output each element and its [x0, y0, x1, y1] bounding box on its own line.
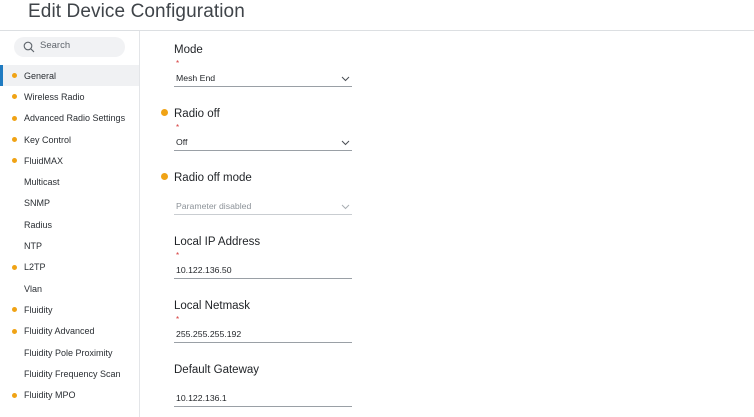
sidebar-item-label: NTP — [24, 241, 42, 252]
radio-off-mode-field: Radio off mode Parameter disabled — [174, 172, 352, 215]
modified-indicator — [12, 137, 17, 143]
sidebar-item-fluidity-frequency-scan[interactable]: Fluidity Frequency Scan — [0, 363, 139, 384]
sidebar-item-label: Fluidity Frequency Scan — [24, 368, 121, 379]
sidebar-item-vlan[interactable]: Vlan — [0, 278, 139, 299]
page-title: Edit Device Configuration — [28, 1, 245, 22]
sidebar-item-label: Radius — [24, 219, 53, 230]
default-gateway-value: 10.122.136.1 — [176, 393, 227, 403]
local-netmask-field: Local Netmask * 255.255.255.192 — [174, 300, 352, 343]
search-icon — [23, 41, 35, 53]
local-netmask-value: 255.255.255.192 — [176, 329, 242, 339]
radio-off-field: Radio off * Off — [174, 108, 352, 151]
chevron-down-icon — [341, 140, 350, 146]
modified-indicator — [12, 307, 17, 313]
local-netmask-underline — [174, 342, 352, 343]
mode-underline — [174, 86, 352, 87]
sidebar-item-fluidity[interactable]: Fluidity — [0, 299, 139, 320]
sidebar-item-label: Wireless Radio — [24, 91, 85, 102]
sidebar-item-label: Vlan — [24, 283, 43, 294]
required-mark: * — [176, 251, 180, 260]
sidebar-item-label: SNMP — [24, 198, 51, 209]
modified-indicator — [12, 94, 17, 100]
sidebar-item-label: Key Control — [24, 134, 72, 145]
chevron-down-icon — [341, 204, 350, 210]
modified-indicator — [12, 328, 17, 334]
sidebar-item-fluidity-mpo[interactable]: Fluidity MPO — [0, 384, 139, 405]
required-mark: * — [176, 123, 180, 132]
radio-off-mode-label: Radio off mode — [174, 172, 252, 184]
sidebar-item-label: Advanced Radio Settings — [24, 113, 126, 124]
sidebar-item-multicast[interactable]: Multicast — [0, 171, 139, 192]
radio-off-mode-underline — [174, 214, 352, 215]
default-gateway-underline — [174, 406, 352, 407]
sidebar-item-fluidity-advanced[interactable]: Fluidity Advanced — [0, 321, 139, 342]
local-ip-value: 10.122.136.50 — [176, 265, 232, 275]
radio-off-value: Off — [176, 137, 188, 147]
sidebar-item-wireless-radio[interactable]: Wireless Radio — [0, 86, 139, 107]
sidebar-item-label: FluidMAX — [24, 155, 64, 166]
mode-field: Mode * Mesh End — [174, 44, 352, 87]
sidebar-item-radius[interactable]: Radius — [0, 214, 139, 235]
required-mark: * — [176, 315, 180, 324]
local-netmask-label: Local Netmask — [174, 300, 251, 312]
sidebar-item-key-control[interactable]: Key Control — [0, 129, 139, 150]
local-ip-underline — [174, 278, 352, 279]
sidebar-item-l2tp[interactable]: L2TP — [0, 257, 139, 278]
sidebar-item-label: L2TP — [24, 262, 46, 273]
search-input[interactable]: Search — [14, 37, 125, 57]
modified-indicator — [161, 109, 168, 116]
sidebar-item-fluidmax[interactable]: FluidMAX — [0, 150, 139, 171]
radio-off-mode-value: Parameter disabled — [176, 201, 252, 211]
config-form: Mode * Mesh End Radio off * Off Radio of… — [141, 31, 754, 417]
sidebar-item-general[interactable]: General — [0, 65, 139, 87]
mode-label: Mode — [174, 44, 203, 56]
sidebar-item-label: Fluidity — [24, 304, 53, 315]
sidebar-nav: General Wireless Radio Advanced Radio Sett… — [0, 65, 139, 406]
local-ip-field: Local IP Address * 10.122.136.50 — [174, 236, 352, 279]
search-placeholder: Search — [40, 40, 71, 51]
chevron-down-icon — [341, 76, 350, 82]
modified-indicator — [12, 392, 17, 398]
sidebar-item-label: Fluidity Pole Proximity — [24, 347, 113, 358]
sidebar-item-fluidity-pole-proximity[interactable]: Fluidity Pole Proximity — [0, 342, 139, 363]
sidebar: Search General Wireless Radio Advanced Rad… — [0, 31, 140, 417]
sidebar-item-advanced-radio-settings[interactable]: Advanced Radio Settings — [0, 108, 139, 129]
default-gateway-field: Default Gateway 10.122.136.1 — [174, 364, 352, 407]
modified-indicator — [161, 173, 168, 180]
sidebar-item-label: Fluidity Advanced — [24, 326, 95, 337]
sidebar-item-snmp[interactable]: SNMP — [0, 193, 139, 214]
modified-indicator — [12, 264, 17, 270]
sidebar-item-ntp[interactable]: NTP — [0, 235, 139, 256]
sidebar-item-label: Multicast — [24, 177, 60, 188]
sidebar-item-label: Fluidity MPO — [24, 390, 76, 401]
mode-value: Mesh End — [176, 73, 216, 83]
sidebar-item-label: General — [24, 70, 57, 81]
required-mark: * — [176, 59, 180, 68]
modified-indicator — [12, 73, 17, 79]
default-gateway-label: Default Gateway — [174, 364, 260, 376]
radio-off-label: Radio off — [174, 108, 220, 120]
modified-indicator — [12, 158, 17, 164]
local-ip-label: Local IP Address — [174, 236, 261, 248]
active-indicator — [0, 65, 3, 87]
modified-indicator — [12, 115, 17, 121]
radio-off-underline — [174, 150, 352, 151]
